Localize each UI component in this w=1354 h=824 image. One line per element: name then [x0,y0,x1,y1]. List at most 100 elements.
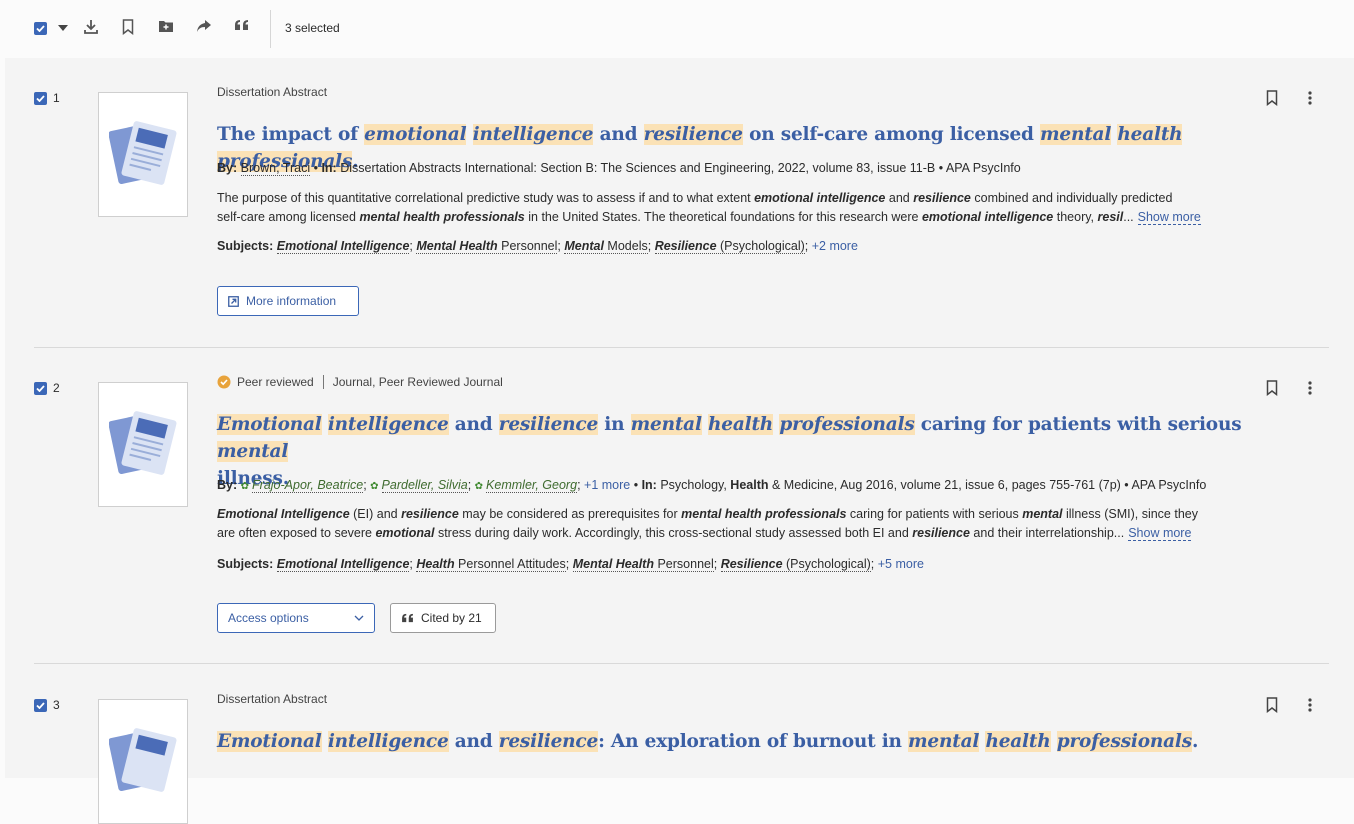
bookmark-icon[interactable] [1266,90,1278,111]
highlighted-term: professionals [779,414,915,435]
more-subjects-link[interactable]: +2 more [812,239,858,253]
subject-links[interactable]: Emotional Intelligence; Mental Health Pe… [276,239,812,254]
subject-separator: ; [713,557,721,571]
bullet-separator: • [633,478,642,492]
publication-type-label: Dissertation Abstract [217,85,328,99]
chevron-down-icon[interactable] [58,25,68,31]
subject-links[interactable]: Emotional Intelligence; Health Personnel… [276,557,878,572]
more-subjects-link[interactable]: +5 more [878,557,924,571]
text-segment: and [448,414,499,435]
subject-link[interactable]: Health Personnel Attitudes [416,557,566,572]
text-segment: . [1191,731,1199,752]
text-segment: (EI) and [349,507,402,521]
subject-link[interactable]: Mental Health Personnel [572,557,714,572]
bold-term: emotional [375,526,435,540]
text-segment: The impact of [217,124,365,145]
text-segment: self-care among licensed [217,210,360,224]
highlighted-term: health [1117,124,1183,145]
select-all-checkbox[interactable] [34,22,47,35]
highlighted-term: mental [1040,124,1112,145]
more-options-icon[interactable] [1308,91,1312,110]
subject-separator: ; [804,239,812,253]
text-segment: may be considered as prerequisites for [458,507,682,521]
subject-separator: ; [647,239,655,253]
highlighted-term: Emotional [217,414,322,435]
add-folder-icon[interactable] [158,19,174,33]
more-options-icon[interactable] [1308,698,1312,717]
text-segment [322,731,328,752]
abstract-line-2-text: self-care among licensed mental health p… [217,210,1134,224]
show-more-link[interactable]: Show more [1137,210,1201,225]
show-more-link[interactable]: Show more [1128,526,1192,541]
access-options-label: Access options [228,611,309,625]
bookmark-icon[interactable] [122,19,134,35]
result-number: 1 [53,91,60,105]
subject-link[interactable]: Emotional Intelligence [276,557,410,572]
bold-term: emotional intelligence [754,191,886,205]
result-metadata: By: ✿ Frajo-Apor, Beatrice; ✿ Pardeller, S… [217,478,1207,493]
bold-term: resilience [912,526,970,540]
bookmark-icon[interactable] [1266,697,1278,718]
in-label: In: [641,478,657,492]
author-link[interactable]: Kemmler, Georg [486,478,578,493]
subject-segment: Personnel [653,557,714,571]
subject-link[interactable]: Mental Health Personnel [416,239,558,254]
text-segment: in [598,414,631,435]
author-link[interactable]: Pardeller, Silvia [381,478,468,493]
source-text: Dissertation Abstracts International: Se… [340,161,936,175]
subject-segment: Personnel [497,239,558,253]
document-thumbnail[interactable] [98,699,188,824]
result-title-link[interactable]: Emotional intelligence and resilience: A… [217,728,1227,755]
cite-icon[interactable] [234,19,249,31]
document-icon [109,728,177,792]
toolbar-divider [270,10,271,48]
bold-term: mental health professionals [681,507,847,521]
more-options-icon[interactable] [1308,381,1312,400]
publication-type: Dissertation Abstract [217,692,327,706]
abstract-line-2-text: are often exposed to severe emotional st… [217,526,1124,540]
subject-link[interactable]: Resilience (Psychological) [654,239,805,254]
subject-segment: Resilience [720,557,783,571]
subject-link[interactable]: Mental Models [564,239,648,254]
text-segment: illness (SMI), since they [1062,507,1198,521]
subjects-label: Subjects: [217,557,274,571]
subject-segment: Mental [564,239,604,253]
bullet-separator: • [938,161,946,175]
highlighted-term: professionals [1056,731,1192,752]
result-checkbox-1[interactable] [34,92,47,105]
external-link-icon [228,295,239,307]
leaf-icon: ✿ [474,481,484,492]
author-link[interactable]: Frajo-Apor, Beatrice [252,478,364,493]
document-thumbnail[interactable] [98,92,188,217]
highlighted-term: health [985,731,1051,752]
checkmark-icon [34,22,47,35]
abstract-line-2: are often exposed to severe emotional st… [217,524,1237,543]
subject-segment: Personnel Attitudes [454,557,566,571]
share-icon[interactable] [196,19,212,33]
download-icon[interactable] [83,19,99,35]
highlighted-term: health [708,414,774,435]
bold-term: mental health professionals [359,210,525,224]
subject-separator: ; [565,557,573,571]
access-options-dropdown[interactable]: Access options [217,603,375,633]
bookmark-icon[interactable] [1266,380,1278,401]
publication-type: Dissertation Abstract [217,85,327,99]
in-label: In: [321,161,337,175]
result-metadata: By: Brown, Traci • In: Dissertation Abst… [217,161,1277,176]
document-thumbnail[interactable] [98,382,188,507]
result-title-line-1[interactable]: Emotional intelligence and resilience in… [217,411,1257,465]
more-information-button[interactable]: More information [217,286,359,316]
result-title-text[interactable]: Emotional intelligence and resilience: A… [217,731,1198,752]
subject-link[interactable]: Resilience (Psychological) [720,557,871,572]
result-checkbox-3[interactable] [34,699,47,712]
selected-count: 3 selected [285,21,340,35]
more-authors-link[interactable]: +1 more [584,478,630,492]
highlighted-term: Emotional [217,731,322,752]
author-link[interactable]: Brown, Traci [240,161,311,176]
cited-by-button[interactable]: Cited by 21 [390,603,496,633]
result-checkbox-2[interactable] [34,382,47,395]
subject-link[interactable]: Emotional Intelligence [276,239,410,254]
bold-term: Emotional Intelligence [217,507,350,521]
result-subjects: Subjects: Emotional Intelligence; Health… [217,557,924,572]
text-segment: in the United States. The theoretical fo… [524,210,922,224]
